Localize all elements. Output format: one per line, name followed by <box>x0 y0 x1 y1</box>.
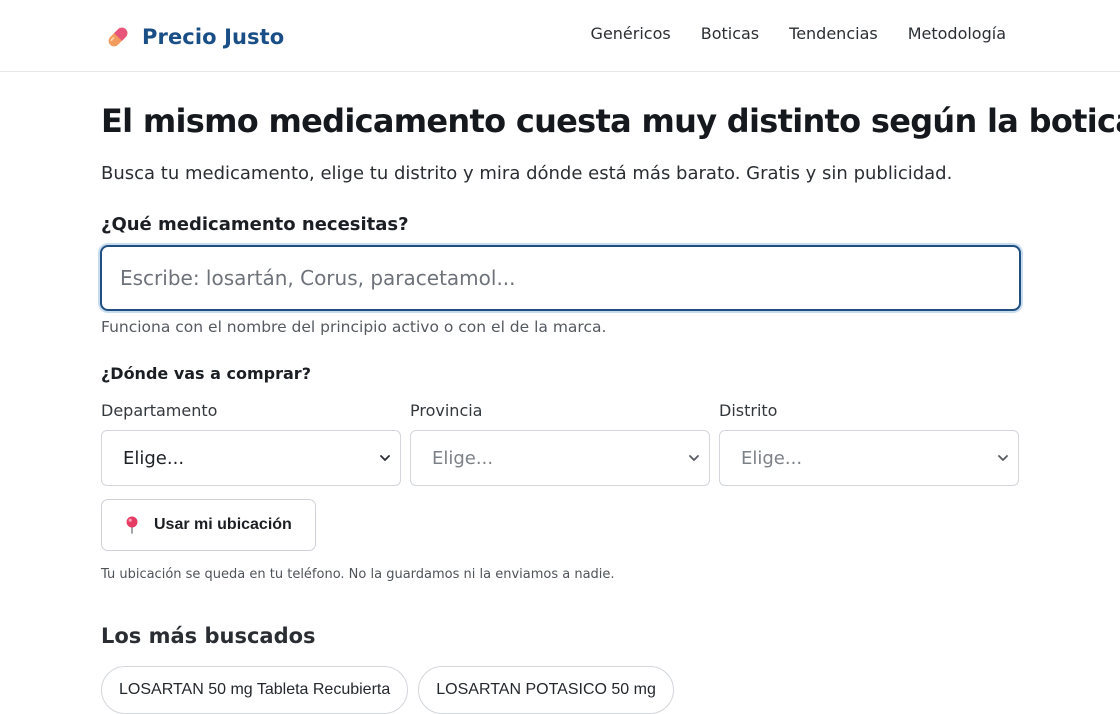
distrito-value: Elige... <box>741 447 803 469</box>
search-field-wrapper <box>100 245 1021 311</box>
departamento-select[interactable]: Elige... <box>101 430 401 486</box>
chevron-down-icon <box>380 455 390 461</box>
chevron-down-icon <box>689 455 699 461</box>
distrito-group: Distrito Elige... <box>719 401 1019 486</box>
distrito-select[interactable]: Elige... <box>719 430 1019 486</box>
page-subtitle: Busca tu medicamento, elige tu distrito … <box>101 163 953 184</box>
popular-chip[interactable]: LOSARTAN 50 mg Tableta Recubierta <box>101 666 409 714</box>
popular-heading: Los más buscados <box>101 624 316 648</box>
top-navbar: Precio Justo Genéricos Boticas Tendencia… <box>0 0 1120 72</box>
brand-link[interactable]: Precio Justo <box>104 22 284 52</box>
brand-name: Precio Justo <box>142 25 285 49</box>
nav-genericos[interactable]: Genéricos <box>591 24 671 43</box>
use-location-button[interactable]: Usar mi ubicación <box>101 499 316 551</box>
nav-metodologia[interactable]: Metodología <box>908 24 1006 43</box>
map-pin-icon <box>126 516 138 534</box>
search-label: ¿Qué medicamento necesitas? <box>101 214 409 235</box>
provincia-select[interactable]: Elige... <box>410 430 710 486</box>
chevron-down-icon <box>998 455 1008 461</box>
page-title: El mismo medicamento cuesta muy distinto… <box>101 102 1120 140</box>
provincia-value: Elige... <box>432 447 494 469</box>
nav-tendencias[interactable]: Tendencias <box>789 24 878 43</box>
popular-chip[interactable]: LOSARTAN POTASICO 50 mg <box>418 666 674 714</box>
distrito-label: Distrito <box>719 401 778 420</box>
provincia-label: Provincia <box>410 401 483 420</box>
pill-icon <box>108 27 128 47</box>
privacy-note: Tu ubicación se queda en tu teléfono. No… <box>101 567 615 582</box>
departamento-group: Departamento Elige... <box>101 401 401 486</box>
provincia-group: Provincia Elige... <box>410 401 710 486</box>
use-location-label: Usar mi ubicación <box>154 516 292 533</box>
popular-chips: LOSARTAN 50 mg Tableta Recubierta LOSART… <box>101 666 674 714</box>
departamento-label: Departamento <box>101 401 218 420</box>
search-help-text: Funciona con el nombre del principio act… <box>101 318 607 336</box>
main-nav: Genéricos Boticas Tendencias Metodología <box>591 24 1006 43</box>
medicine-search-input[interactable] <box>102 247 1019 309</box>
departamento-value: Elige... <box>123 447 185 469</box>
nav-boticas[interactable]: Boticas <box>701 24 759 43</box>
location-label: ¿Dónde vas a comprar? <box>101 364 311 383</box>
